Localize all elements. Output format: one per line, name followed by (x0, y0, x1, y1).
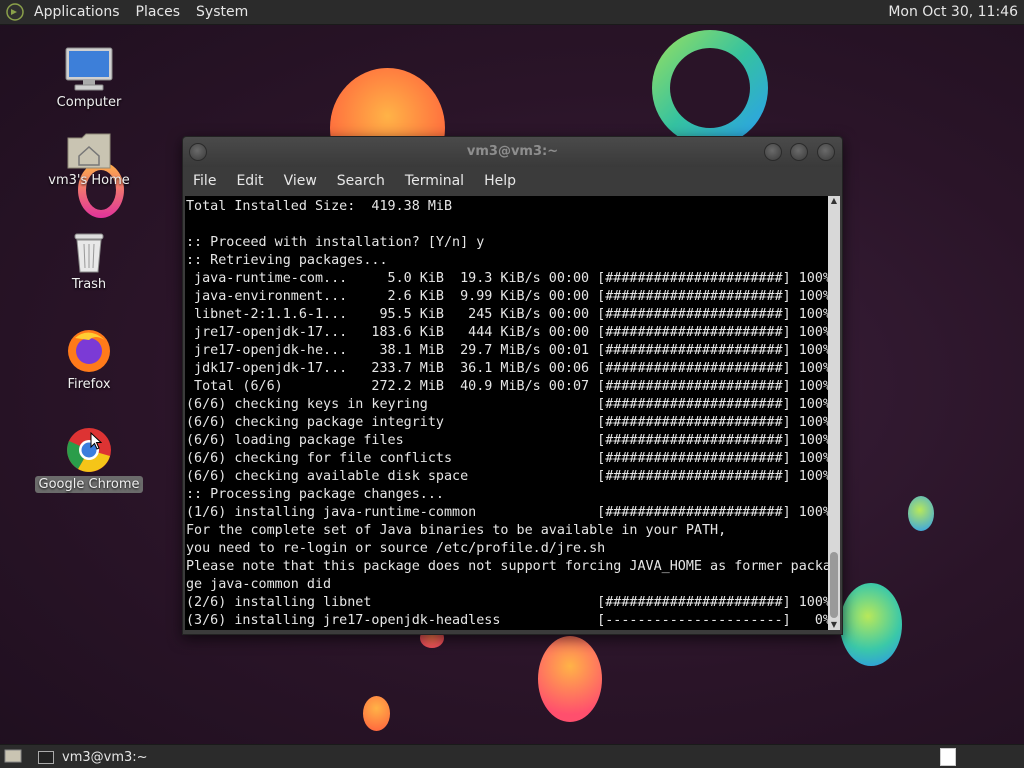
mate-logo-icon[interactable] (6, 3, 24, 21)
clock[interactable]: Mon Oct 30, 11:46 (888, 4, 1024, 20)
terminal-line: :: Proceed with installation? [Y/n] y (186, 235, 485, 250)
show-desktop-icon[interactable] (4, 748, 22, 764)
terminal-line: :: Retrieving packages... (186, 253, 388, 268)
trash-label: Trash (71, 277, 107, 292)
wallpaper-ring (652, 30, 768, 146)
computer-label: Computer (56, 95, 122, 110)
terminal-line: java-runtime-com... 5.0 KiB 19.3 KiB/s 0… (186, 271, 828, 286)
terminal-title: vm3@vm3:~ (466, 144, 559, 159)
terminal-output[interactable]: Total Installed Size: 419.38 MiB :: Proc… (185, 196, 828, 630)
terminal-line: (6/6) checking available disk space [###… (186, 469, 828, 484)
terminal-line: (6/6) checking keys in keyring [########… (186, 397, 828, 412)
terminal-line: (6/6) checking package integrity [######… (186, 415, 828, 430)
terminal-line: jre17-openjdk-he... 38.1 MiB 29.7 MiB/s … (186, 343, 828, 358)
terminal-line: (6/6) loading package files [###########… (186, 433, 828, 448)
home-folder-icon (67, 133, 111, 169)
wallpaper-blob-bottom (538, 636, 602, 722)
terminal-line: java-environment... 2.6 KiB 9.99 KiB/s 0… (186, 289, 828, 304)
firefox-label: Firefox (67, 377, 111, 392)
minimize-button[interactable] (764, 143, 782, 161)
firefox-icon (68, 330, 110, 372)
desktop-icon-computer[interactable]: Computer (34, 46, 144, 111)
maximize-button[interactable] (790, 143, 808, 161)
computer-icon (65, 47, 113, 91)
taskbar-item-label: vm3@vm3:~ (62, 749, 148, 765)
menu-terminal[interactable]: Terminal (395, 173, 474, 189)
menu-search[interactable]: Search (327, 173, 395, 189)
terminal-line: (2/6) installing libnet [###############… (186, 595, 828, 610)
terminal-line: (1/6) installing java-runtime-common [##… (186, 505, 828, 520)
terminal-scrollbar[interactable]: ▲ ▼ (828, 196, 840, 630)
applications-menu[interactable]: Applications (26, 0, 128, 24)
desktop-icon-firefox[interactable]: Firefox (34, 326, 144, 393)
scroll-up-icon[interactable]: ▲ (828, 196, 840, 206)
chrome-icon (67, 428, 111, 472)
terminal-line: Please note that this package does not s… (186, 559, 828, 574)
system-menu[interactable]: System (188, 0, 256, 24)
taskbar-item-terminal[interactable]: vm3@vm3:~ (34, 747, 156, 767)
bottom-panel: vm3@vm3:~ (0, 744, 1024, 768)
terminal-line: jre17-openjdk-17... 183.6 KiB 444 KiB/s … (186, 325, 828, 340)
terminal-text: Total Installed Size: 419.38 MiB :: Proc… (185, 196, 828, 630)
places-menu[interactable]: Places (128, 0, 189, 24)
terminal-titlebar[interactable]: vm3@vm3:~ (183, 137, 842, 167)
menu-file[interactable]: File (183, 173, 226, 189)
desktop-icon-chrome[interactable]: Google Chrome (34, 426, 144, 493)
desktop-icon-trash[interactable]: Trash (34, 230, 144, 293)
terminal-menubar: File Edit View Search Terminal Help (183, 167, 842, 195)
terminal-line: ge java-common did (186, 577, 332, 592)
chrome-label: Google Chrome (34, 476, 144, 493)
terminal-line: you need to re-login or source /etc/prof… (186, 541, 606, 556)
mouse-cursor-icon (90, 432, 102, 450)
terminal-line: jdk17-openjdk-17... 233.7 MiB 36.1 MiB/s… (186, 361, 828, 376)
menu-edit[interactable]: Edit (226, 173, 273, 189)
menu-view[interactable]: View (274, 173, 327, 189)
terminal-line: :: Processing package changes... (186, 487, 444, 502)
workspace-switcher[interactable] (940, 748, 956, 766)
terminal-line: For the complete set of Java binaries to… (186, 523, 727, 538)
terminal-line: (3/6) installing jre17-openjdk-headless … (186, 613, 828, 628)
trash-icon (74, 233, 104, 273)
terminal-line: libnet-2:1.1.6-1... 95.5 KiB 245 KiB/s 0… (186, 307, 828, 322)
close-button[interactable] (817, 143, 835, 161)
wallpaper-green-small (908, 496, 934, 531)
top-panel: Applications Places System Mon Oct 30, 1… (0, 0, 1024, 25)
terminal-window[interactable]: vm3@vm3:~ File Edit View Search Terminal… (182, 136, 843, 635)
terminal-line: (6/6) checking for file conflicts [#####… (186, 451, 828, 466)
home-label: vm3's Home (48, 173, 130, 188)
menu-help[interactable]: Help (474, 173, 526, 189)
wallpaper-green-blob (840, 583, 902, 666)
terminal-line: Total (6/6) 272.2 MiB 40.9 MiB/s 00:07 [… (186, 379, 828, 394)
terminal-line: Total Installed Size: 419.38 MiB (186, 199, 453, 214)
terminal-icon (38, 750, 54, 764)
scrollbar-thumb[interactable] (830, 552, 838, 618)
wallpaper-blob-small (363, 696, 390, 731)
desktop-icon-home[interactable]: vm3's Home (34, 130, 144, 189)
scroll-down-icon[interactable]: ▼ (828, 620, 840, 630)
